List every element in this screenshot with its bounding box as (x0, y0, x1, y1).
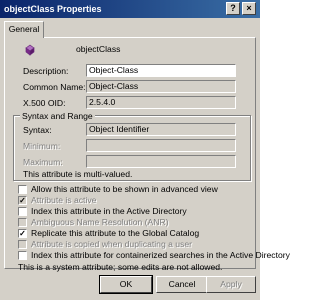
checkbox-label: Index this attribute for containerized s… (31, 250, 290, 260)
check-icon: ✓ (18, 196, 27, 205)
window-title: objectClass Properties (4, 4, 102, 14)
common-name-field[interactable]: Object-Class (86, 80, 236, 93)
help-button[interactable]: ? (226, 2, 240, 15)
title-bar[interactable]: objectClass Properties ? × (0, 0, 260, 18)
syntax-field[interactable]: Object Identifier (86, 123, 236, 136)
maximum-field[interactable] (86, 155, 236, 168)
description-label: Description: (23, 66, 69, 76)
checkbox-box (18, 240, 27, 249)
checkbox-box[interactable] (18, 251, 27, 260)
minimum-label: Minimum: (23, 141, 61, 151)
checkbox-label: Replicate this attribute to the Global C… (31, 228, 200, 238)
syntax-group-title: Syntax and Range (20, 111, 95, 121)
x500-oid-field[interactable]: 2.5.4.0 (86, 96, 236, 109)
checkbox-box[interactable] (18, 207, 27, 216)
ok-button[interactable]: OK (99, 275, 153, 294)
checkbox-box (18, 218, 27, 227)
cancel-button[interactable]: Cancel (156, 276, 208, 293)
minimum-field[interactable] (86, 139, 236, 152)
checkbox-label: Attribute is active (31, 195, 97, 205)
check-icon[interactable]: ✓ (18, 229, 27, 238)
multivalued-note: This attribute is multi-valued. (23, 169, 133, 179)
checkbox-label: Ambiguous Name Resolution (ANR) (31, 217, 169, 227)
system-attribute-note: This is a system attribute; some edits a… (18, 262, 223, 272)
maximum-label: Maximum: (23, 157, 63, 167)
x500-oid-label: X.500 OID: (23, 98, 66, 108)
common-name-label: Common Name: (23, 82, 86, 92)
tab-general[interactable]: General (4, 21, 44, 38)
apply-button[interactable]: Apply (206, 276, 256, 293)
checkbox-label: Allow this attribute to be shown in adva… (31, 184, 218, 194)
attribute-icon (25, 44, 35, 56)
checkbox-box[interactable] (18, 185, 27, 194)
description-field[interactable]: Object-Class (86, 64, 236, 77)
checkbox-label: Index this attribute in the Active Direc… (31, 206, 187, 216)
object-name: objectClass (76, 44, 121, 54)
checkbox-label: Attribute is copied when duplicating a u… (31, 239, 192, 249)
close-button[interactable]: × (242, 2, 256, 15)
syntax-label: Syntax: (23, 125, 52, 135)
properties-dialog: objectClass Properties ? × General objec… (0, 0, 290, 300)
